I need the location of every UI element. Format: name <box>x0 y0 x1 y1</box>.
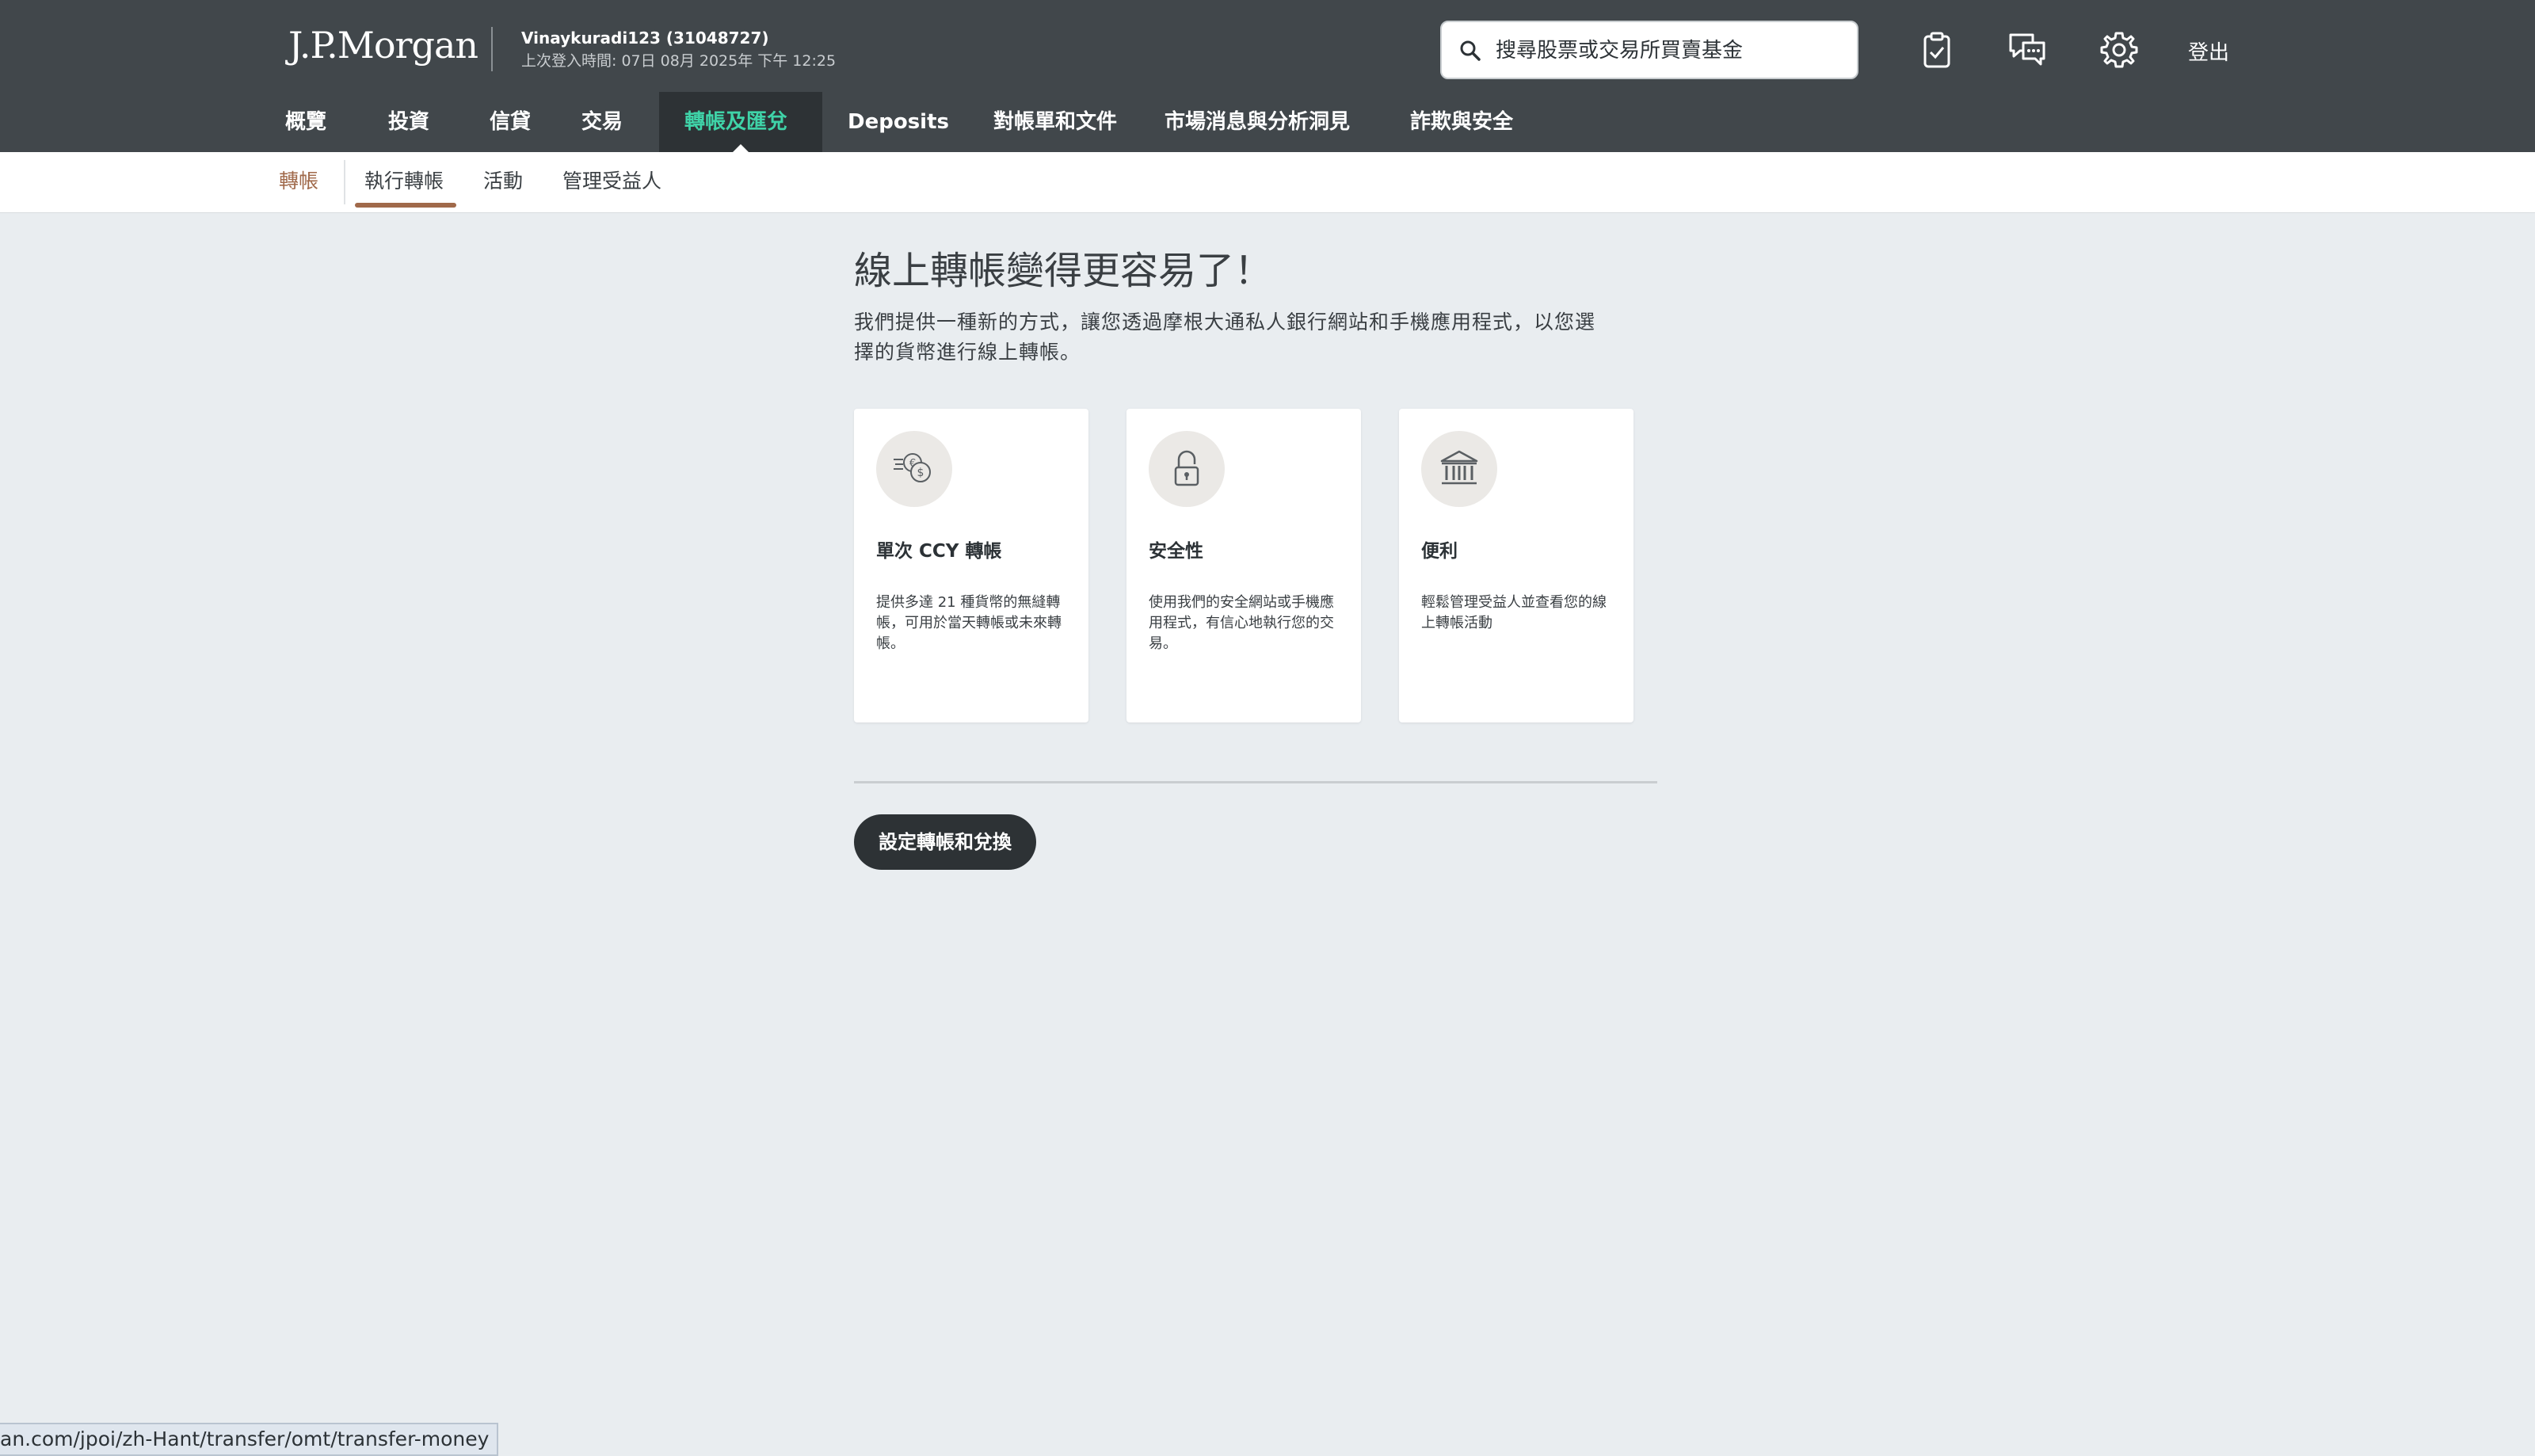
last-login-text: 上次登入時間: 07日 08月 2025年 下午 12:25 <box>521 52 837 70</box>
search-input[interactable] <box>1494 33 1846 68</box>
top-header: J.P.Morgan Vinaykuradi123 (31048727) 上次登… <box>0 0 2535 152</box>
feature-card-single-ccy: € $ 單次 CCY 轉帳 提供多達 21 種貨幣的無縫轉帳，可用於當天轉帳或未… <box>854 409 1088 722</box>
intro-text: 我們提供一種新的方式，讓您透過摩根大通私人銀行網站和手機應用程式，以您選擇的貨幣… <box>854 311 1596 364</box>
bank-icon <box>1440 450 1478 485</box>
nav-item-deposits[interactable]: Deposits <box>822 92 974 152</box>
nav-item-invest[interactable]: 投資 <box>363 92 455 152</box>
main-nav: 概覽 投資 信貸 交易 轉帳及匯兌 Deposits 對帳單和文件 市場消息與分… <box>0 92 2535 152</box>
search-box[interactable] <box>1440 21 1858 79</box>
page-title: 線上轉帳變得更容易了！ <box>854 249 1273 293</box>
jpmorgan-logo[interactable]: J.P.Morgan <box>288 24 478 67</box>
card-title: 單次 CCY 轉帳 <box>876 541 1002 562</box>
feature-card-convenience: 便利 輕鬆管理受益人並查看您的線上轉帳活動 <box>1399 409 1633 722</box>
nav-item-transfers-label: 轉帳及匯兌 <box>684 110 788 134</box>
nav-item-statements[interactable]: 對帳單和文件 <box>968 92 1142 152</box>
card-description: 提供多達 21 種貨幣的無縫轉帳，可用於當天轉帳或未來轉帳。 <box>876 594 1062 652</box>
nav-item-fraud-security[interactable]: 詐欺與安全 <box>1385 92 1538 152</box>
nav-item-overview[interactable]: 概覽 <box>260 92 352 152</box>
tab-activity[interactable]: 活動 <box>483 152 523 212</box>
currency-exchange-icon: € $ <box>894 453 931 482</box>
logo-divider <box>491 27 493 71</box>
card-title: 便利 <box>1421 541 1458 562</box>
active-tab-underline <box>355 203 456 208</box>
nav-item-credit[interactable]: 信貸 <box>464 92 556 152</box>
search-icon <box>1460 40 1481 61</box>
setup-transfer-button[interactable]: 設定轉帳和兌換 <box>854 814 1036 870</box>
subnav-divider <box>344 160 345 204</box>
browser-status-url: an.com/jpoi/zh-Hant/transfer/omt/transfe… <box>0 1423 499 1456</box>
padlock-icon <box>1174 450 1199 486</box>
card-icon-circle: € $ <box>876 431 952 507</box>
card-icon-circle <box>1149 431 1225 507</box>
card-icon-circle <box>1421 431 1497 507</box>
svg-text:$: $ <box>917 467 924 479</box>
nav-item-trade[interactable]: 交易 <box>556 92 648 152</box>
clipboard-check-icon[interactable] <box>1916 29 1958 71</box>
content-divider <box>854 781 1657 783</box>
feature-card-security: 安全性 使用我們的安全網站或手機應用程式，有信心地執行您的交易。 <box>1126 409 1361 722</box>
card-description: 輕鬆管理受益人並查看您的線上轉帳活動 <box>1421 594 1607 631</box>
gear-icon[interactable] <box>2098 29 2140 71</box>
active-nav-caret <box>733 144 749 152</box>
user-name: Vinaykuradi123 (31048727) <box>521 29 769 48</box>
chat-icon[interactable] <box>2006 29 2049 71</box>
card-description: 使用我們的安全網站或手機應用程式，有信心地執行您的交易。 <box>1149 594 1334 652</box>
card-title: 安全性 <box>1149 541 1203 562</box>
subnav-root-transfers[interactable]: 轉帳 <box>279 152 318 212</box>
nav-item-market-insights[interactable]: 市場消息與分析洞見 <box>1139 92 1375 152</box>
logout-link[interactable]: 登出 <box>2188 36 2229 66</box>
tab-manage-beneficiaries[interactable]: 管理受益人 <box>562 152 661 212</box>
nav-item-transfers[interactable]: 轉帳及匯兌 <box>659 92 822 152</box>
